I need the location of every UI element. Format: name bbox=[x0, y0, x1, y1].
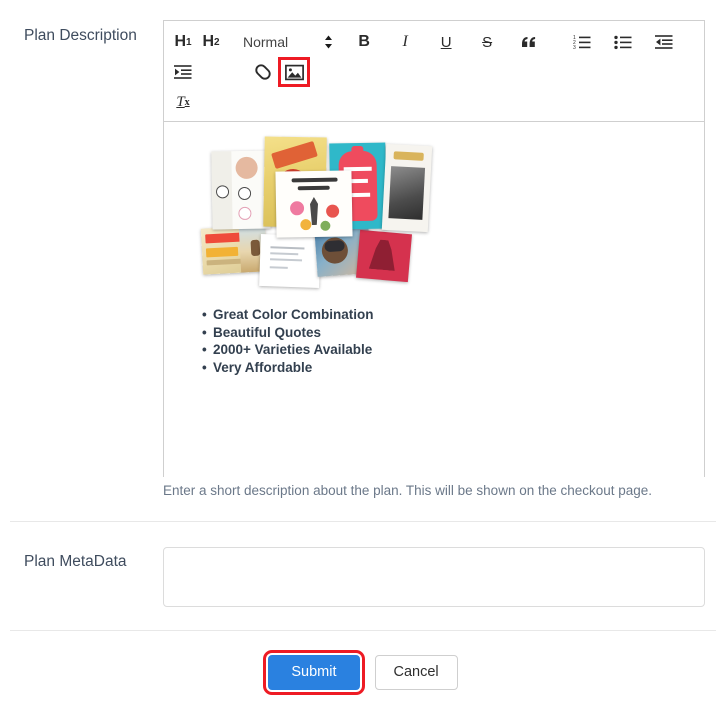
underline-button[interactable]: U bbox=[433, 30, 459, 54]
section-divider bbox=[10, 521, 716, 522]
strikethrough-button[interactable]: S bbox=[474, 30, 500, 54]
ordered-list-icon: 1 2 3 bbox=[573, 34, 591, 50]
outdent-icon bbox=[655, 34, 673, 50]
cancel-button[interactable]: Cancel bbox=[374, 655, 458, 690]
list-item: Beautiful Quotes bbox=[202, 324, 374, 342]
collage-card bbox=[200, 225, 268, 275]
list-item: Great Color Combination bbox=[202, 306, 374, 324]
collage-card bbox=[259, 233, 321, 289]
clear-formatting-sub: x bbox=[184, 96, 190, 108]
form-actions: Submit Cancel bbox=[0, 650, 726, 695]
collage-card bbox=[356, 229, 412, 283]
collage-card bbox=[211, 150, 271, 230]
clear-formatting-button[interactable]: Tx bbox=[170, 90, 196, 114]
editor-toolbar: H1 H2 Normal B I U S 1 2 3 T x bbox=[164, 21, 704, 122]
plan-description-help-text: Enter a short description about the plan… bbox=[163, 483, 653, 498]
ordered-list-button[interactable]: 1 2 3 bbox=[569, 30, 595, 54]
collage-card bbox=[275, 170, 353, 238]
section-divider bbox=[10, 630, 716, 631]
heading-2-sub: 2 bbox=[214, 36, 220, 48]
chevron-updown-icon bbox=[324, 35, 333, 49]
bold-button[interactable]: B bbox=[351, 30, 377, 54]
list-item: 2000+ Varieties Available bbox=[202, 341, 374, 359]
format-select[interactable]: Normal bbox=[243, 34, 333, 50]
collage-card bbox=[381, 143, 433, 233]
heading-1-sub: 1 bbox=[186, 36, 192, 48]
heading-1-label: H bbox=[174, 33, 186, 50]
italic-button[interactable]: I bbox=[392, 30, 418, 54]
feature-bullet-list: Great Color Combination Beautiful Quotes… bbox=[202, 306, 374, 376]
image-icon bbox=[284, 64, 304, 81]
outdent-button[interactable] bbox=[651, 30, 677, 54]
clear-formatting-label: T bbox=[176, 93, 185, 110]
indent-icon bbox=[174, 64, 192, 80]
bullet-list-icon bbox=[614, 34, 632, 50]
plan-metadata-input[interactable] bbox=[163, 547, 705, 607]
plan-form-page: Plan Description H1 H2 Normal B I U S 1 … bbox=[0, 0, 726, 716]
link-button[interactable] bbox=[250, 60, 276, 84]
greeting-cards-collage-image[interactable] bbox=[200, 129, 433, 291]
heading-2-button[interactable]: H2 bbox=[198, 30, 224, 54]
plan-description-label: Plan Description bbox=[24, 27, 137, 44]
editor-content-area[interactable]: Great Color Combination Beautiful Quotes… bbox=[164, 122, 704, 511]
heading-1-button[interactable]: H1 bbox=[170, 30, 196, 54]
bullet-list-button[interactable] bbox=[610, 30, 636, 54]
indent-button[interactable] bbox=[170, 60, 196, 84]
image-button[interactable] bbox=[278, 57, 310, 87]
link-icon bbox=[254, 63, 272, 81]
format-select-value: Normal bbox=[243, 34, 289, 50]
quote-icon bbox=[520, 34, 537, 51]
rich-text-editor: H1 H2 Normal B I U S 1 2 3 T x • Great C… bbox=[163, 20, 705, 511]
list-item: Very Affordable bbox=[202, 359, 374, 377]
plan-metadata-label: Plan MetaData bbox=[24, 553, 127, 570]
svg-text:3: 3 bbox=[573, 45, 576, 50]
blockquote-button[interactable] bbox=[515, 30, 541, 54]
submit-button[interactable]: Submit bbox=[263, 650, 365, 695]
heading-2-label: H bbox=[202, 33, 214, 50]
